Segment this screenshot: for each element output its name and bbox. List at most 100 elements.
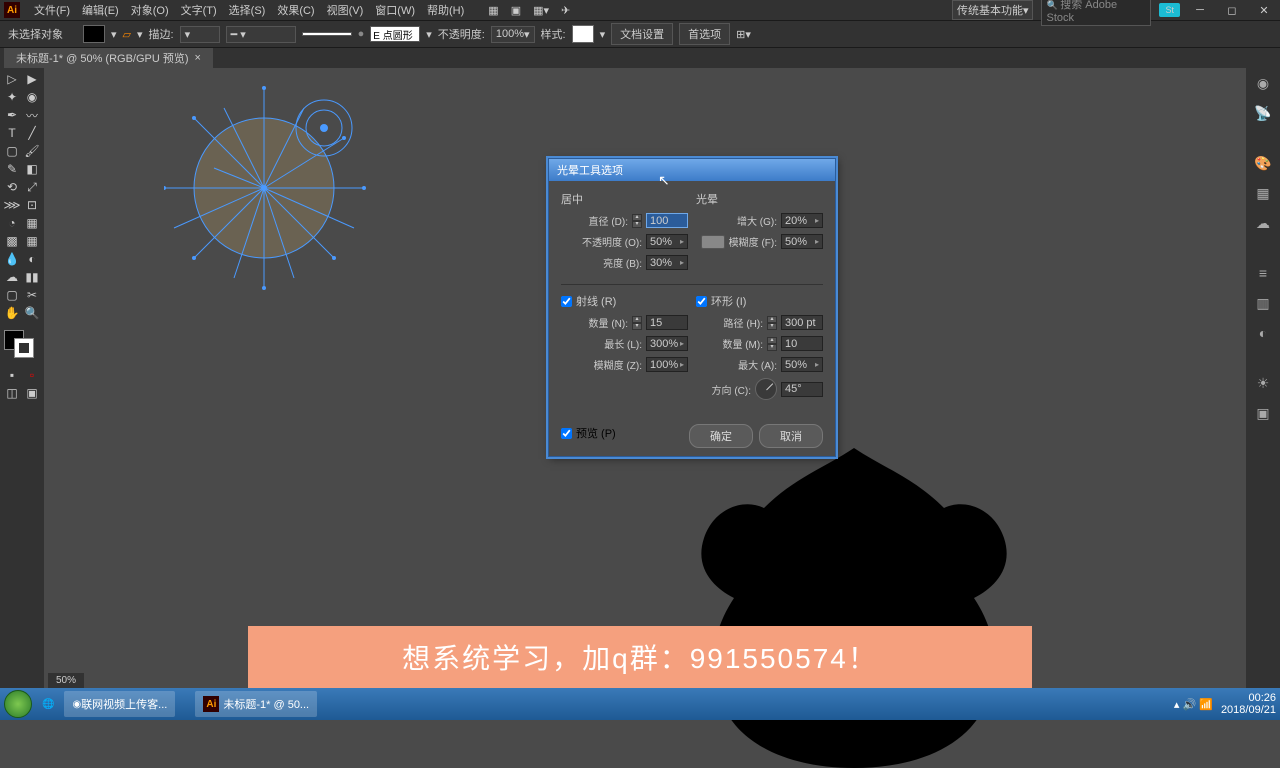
prefs-button[interactable]: 首选项 [679,23,730,45]
halo-fuzz-input[interactable]: 50%▸ [781,234,823,249]
stock-button[interactable]: St [1159,3,1180,17]
document-tab[interactable]: 未标题-1* @ 50% (RGB/GPU 预览) × [4,48,213,68]
rings-largest-input[interactable]: 50%▸ [781,357,823,372]
lasso-tool[interactable]: ◉ [22,88,42,106]
menu-window[interactable]: 窗口(W) [369,2,421,18]
menu-file[interactable]: 文件(F) [28,2,76,18]
taskbar-app1[interactable]: ◉ 联网视频上传客... [64,691,175,717]
magic-wand-tool[interactable]: ✦ [2,88,22,106]
color-control[interactable] [2,330,42,362]
stroke-profile[interactable]: ━ ▾ [226,26,296,43]
artboard-tool[interactable]: ▢ [2,286,22,304]
eraser-tool[interactable]: ◧ [22,160,42,178]
growth-input[interactable]: 20%▸ [781,213,823,228]
zoom-level[interactable]: 50% [48,673,84,688]
start-button[interactable] [4,690,32,718]
close-button[interactable]: ✕ [1252,4,1276,17]
tray-icons[interactable]: ▴ 🔊 📶 [1174,698,1213,711]
diameter-input[interactable]: 100 [646,213,688,228]
fill-swatch[interactable] [83,25,105,43]
ok-button[interactable]: 确定 [689,424,753,448]
menu-select[interactable]: 选择(S) [223,2,272,18]
shaper-tool[interactable]: ✎ [2,160,22,178]
style-swatch[interactable] [572,25,594,43]
eyedropper-tool[interactable]: 💧 [2,250,22,268]
send-icon[interactable]: ✈ [555,4,576,17]
menu-object[interactable]: 对象(O) [125,2,175,18]
free-transform-tool[interactable]: ⊡ [22,196,42,214]
taskbar-illustrator[interactable]: Ai未标题-1* @ 50... [195,691,317,717]
arrange-icon[interactable]: ▣ [505,4,527,17]
slice-tool[interactable]: ✂ [22,286,42,304]
rays-longest-input[interactable]: 300%▸ [646,336,688,351]
direct-select-tool[interactable]: ▶ [22,70,42,88]
rays-checkbox[interactable]: 射线 (R) [561,293,688,309]
spin-down[interactable]: ▾ [632,221,642,228]
libraries-icon[interactable]: 📡 [1252,102,1274,124]
swatches-icon[interactable]: ▦ [1252,182,1274,204]
selection-tool[interactable]: ▷ [2,70,22,88]
mesh-tool[interactable]: ▩ [2,232,22,250]
line-tool[interactable]: ╱ [22,124,42,142]
menu-help[interactable]: 帮助(H) [421,2,470,18]
taskbar-browser[interactable]: 🌐 [34,691,62,717]
rays-fuzz-input[interactable]: 100%▸ [646,357,688,372]
symbol-tool[interactable]: ☁ [2,268,22,286]
curvature-tool[interactable]: 〰 [22,106,42,124]
doc-setup-button[interactable]: 文档设置 [611,23,673,45]
rings-checkbox[interactable]: 环形 (I) [696,293,823,309]
brush-def[interactable] [302,32,352,36]
gradient-panel-icon[interactable]: ▥ [1252,292,1274,314]
align-icon[interactable]: ⊞▾ [736,28,751,41]
maximize-button[interactable]: ◻ [1220,4,1244,17]
stroke-weight[interactable]: ▾ [180,26,220,43]
brightness-input[interactable]: 30%▸ [646,255,688,270]
color-mode-none[interactable]: ▫ [22,366,42,384]
color-panel-icon[interactable]: 🎨 [1252,152,1274,174]
type-tool[interactable]: T [2,124,22,142]
opacity-value[interactable]: 100% ▾ [491,26,535,43]
rotate-tool[interactable]: ⟲ [2,178,22,196]
properties-icon[interactable]: ◉ [1252,72,1274,94]
gradient-tool[interactable]: ▦ [22,232,42,250]
minimize-button[interactable]: ─ [1188,4,1212,16]
cancel-button[interactable]: 取消 [759,424,823,448]
gpu-icon[interactable]: ▦ [482,4,504,17]
stock-search[interactable]: 🔍 搜索 Adobe Stock [1041,0,1151,26]
graph-tool[interactable]: ▮▮ [22,268,42,286]
stroke-panel-icon[interactable]: ≡ [1252,262,1274,284]
brush-tool[interactable]: 🖌 [22,142,42,160]
appearance-icon[interactable]: ☀ [1252,372,1274,394]
width-tool[interactable]: ⋙ [2,196,22,214]
transparency-icon[interactable]: ◐ [1252,322,1274,344]
preview-checkbox[interactable]: 预览 (P) [561,425,616,441]
blend-tool[interactable]: ◐ [22,250,42,268]
direction-input[interactable]: 45° [781,382,823,397]
rings-count-input[interactable]: 10 [781,336,823,351]
rectangle-tool[interactable]: ▢ [2,142,22,160]
dialog-title[interactable]: 光晕工具选项 [549,159,835,181]
rays-count-input[interactable]: 15 [646,315,688,330]
tab-close-icon[interactable]: × [195,52,201,64]
menu-view[interactable]: 视图(V) [321,2,370,18]
grid-icon[interactable]: ▦▾ [527,4,555,17]
menu-edit[interactable]: 编辑(E) [76,2,125,18]
shape-input[interactable] [370,26,420,42]
rings-path-input[interactable]: 300 pt [781,315,823,330]
zoom-tool[interactable]: 🔍 [22,304,42,322]
menu-effect[interactable]: 效果(C) [271,2,320,18]
shape-builder-tool[interactable]: ◔ [2,214,22,232]
workspace-switcher[interactable]: 传统基本功能 ▾ [952,0,1034,20]
hand-tool[interactable]: ✋ [2,304,22,322]
center-opacity-input[interactable]: 50%▸ [646,234,688,249]
direction-dial[interactable] [755,378,777,400]
color-mode-fill[interactable]: ▪ [2,366,22,384]
stroke-color[interactable] [14,338,34,358]
scale-tool[interactable]: ⤢ [22,178,42,196]
graphic-styles-icon[interactable]: ▣ [1252,402,1274,424]
screen-mode[interactable]: ▣ [22,384,42,402]
spin-up[interactable]: ▴ [632,214,642,221]
menu-type[interactable]: 文字(T) [175,2,223,18]
brushes-icon[interactable]: ☁ [1252,212,1274,234]
perspective-tool[interactable]: ▦ [22,214,42,232]
